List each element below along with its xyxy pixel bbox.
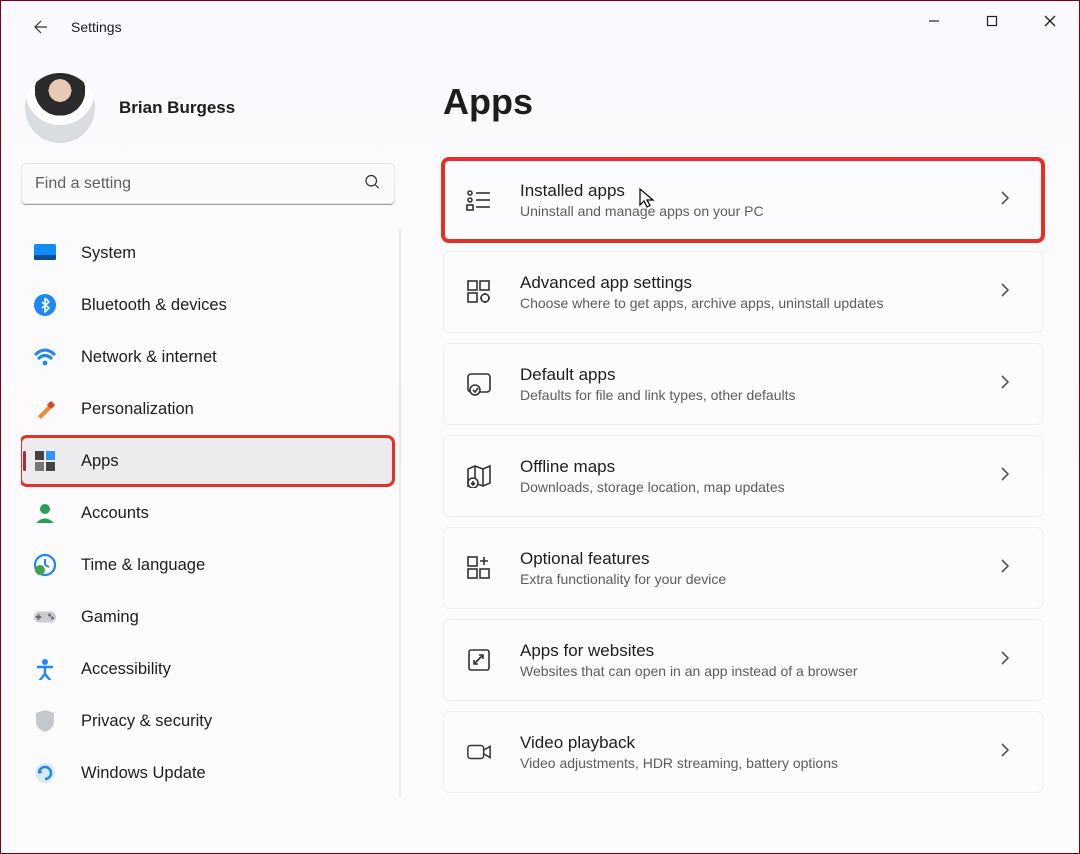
chevron-right-icon: [1000, 374, 1020, 395]
window-controls: [905, 1, 1079, 41]
sidebar-item-shield[interactable]: Privacy & security: [21, 697, 393, 745]
settings-card-default[interactable]: Default apps Defaults for file and link t…: [443, 343, 1043, 425]
sidebar-item-bluetooth[interactable]: Bluetooth & devices: [21, 281, 393, 329]
chevron-right-icon: [1000, 282, 1020, 303]
accessibility-icon: [33, 657, 57, 681]
optional-icon: [466, 555, 492, 581]
chevron-right-icon: [1000, 742, 1020, 763]
arrow-left-icon: [32, 18, 50, 36]
card-subtitle: Extra functionality for your device: [520, 571, 1000, 587]
sidebar-item-label: Accounts: [81, 504, 149, 523]
sidebar-item-update[interactable]: Windows Update: [21, 749, 393, 797]
shield-icon: [33, 709, 57, 733]
sidebar-item-wifi[interactable]: Network & internet: [21, 333, 393, 381]
system-icon: [33, 241, 57, 265]
sidebar-item-label: Bluetooth & devices: [81, 296, 227, 315]
chevron-right-icon: [1000, 466, 1020, 487]
card-subtitle: Downloads, storage location, map updates: [520, 479, 1000, 495]
wifi-icon: [33, 345, 57, 369]
chevron-right-icon: [1000, 190, 1020, 211]
minimize-icon: [928, 15, 940, 27]
video-icon: [466, 739, 492, 765]
sidebar-item-account[interactable]: Accounts: [21, 489, 393, 537]
settings-card-video[interactable]: Video playback Video adjustments, HDR str…: [443, 711, 1043, 793]
window-title: Settings: [71, 19, 122, 35]
sidebar: Brian Burgess System Bluetooth & devices N…: [1, 53, 401, 853]
sidebar-item-clock[interactable]: Time & language: [21, 541, 393, 589]
settings-card-advanced[interactable]: Advanced app settings Choose where to get…: [443, 251, 1043, 333]
sidebar-item-label: Accessibility: [81, 660, 171, 679]
sidebar-item-system[interactable]: System: [21, 229, 393, 277]
chevron-right-icon: [1000, 650, 1020, 671]
back-button[interactable]: [21, 7, 61, 47]
search-icon: [363, 173, 381, 196]
brush-icon: [33, 397, 57, 421]
sidebar-item-label: Network & internet: [81, 348, 217, 367]
search-input[interactable]: [21, 163, 395, 205]
sidebar-item-label: Personalization: [81, 400, 194, 419]
chevron-right-icon: [1000, 558, 1020, 579]
close-button[interactable]: [1021, 1, 1079, 41]
settings-card-websites[interactable]: Apps for websites Websites that can open …: [443, 619, 1043, 701]
card-title: Installed apps: [520, 181, 1000, 201]
card-subtitle: Websites that can open in an app instead…: [520, 663, 1000, 679]
sidebar-item-gaming[interactable]: Gaming: [21, 593, 393, 641]
websites-icon: [466, 647, 492, 673]
avatar: [25, 73, 95, 143]
main-content: Apps Installed apps Uninstall and manage …: [401, 53, 1079, 853]
bluetooth-icon: [33, 293, 57, 317]
maximize-icon: [986, 15, 998, 27]
apps-icon: [33, 449, 57, 473]
card-title: Optional features: [520, 549, 1000, 569]
sidebar-item-apps[interactable]: Apps: [21, 437, 393, 485]
sidebar-item-brush[interactable]: Personalization: [21, 385, 393, 433]
sidebar-item-label: Time & language: [81, 556, 205, 575]
close-icon: [1043, 14, 1057, 28]
gaming-icon: [33, 605, 57, 629]
sidebar-item-label: Windows Update: [81, 764, 206, 783]
card-title: Default apps: [520, 365, 1000, 385]
settings-card-optional[interactable]: Optional features Extra functionality for…: [443, 527, 1043, 609]
installed-icon: [466, 187, 492, 213]
card-title: Advanced app settings: [520, 273, 1000, 293]
card-subtitle: Video adjustments, HDR streaming, batter…: [520, 755, 1000, 771]
clock-icon: [33, 553, 57, 577]
settings-card-installed[interactable]: Installed apps Uninstall and manage apps …: [443, 159, 1043, 241]
sidebar-item-label: System: [81, 244, 136, 263]
card-subtitle: Uninstall and manage apps on your PC: [520, 203, 1000, 219]
page-title: Apps: [443, 81, 1043, 123]
account-icon: [33, 501, 57, 525]
default-icon: [466, 371, 492, 397]
advanced-icon: [466, 279, 492, 305]
card-subtitle: Defaults for file and link types, other …: [520, 387, 1000, 403]
card-subtitle: Choose where to get apps, archive apps, …: [520, 295, 1000, 311]
card-title: Offline maps: [520, 457, 1000, 477]
settings-card-list: Installed apps Uninstall and manage apps …: [443, 159, 1043, 793]
update-icon: [33, 761, 57, 785]
minimize-button[interactable]: [905, 1, 963, 41]
sidebar-item-label: Apps: [81, 452, 119, 471]
card-title: Apps for websites: [520, 641, 1000, 661]
user-name: Brian Burgess: [119, 98, 235, 118]
nav-list: System Bluetooth & devices Network & inter…: [21, 229, 401, 797]
settings-card-map[interactable]: Offline maps Downloads, storage location,…: [443, 435, 1043, 517]
maximize-button[interactable]: [963, 1, 1021, 41]
sidebar-item-accessibility[interactable]: Accessibility: [21, 645, 393, 693]
sidebar-item-label: Gaming: [81, 608, 139, 627]
sidebar-item-label: Privacy & security: [81, 712, 212, 731]
user-block[interactable]: Brian Burgess: [21, 73, 401, 143]
card-title: Video playback: [520, 733, 1000, 753]
map-icon: [466, 463, 492, 489]
search-box[interactable]: [21, 163, 395, 205]
